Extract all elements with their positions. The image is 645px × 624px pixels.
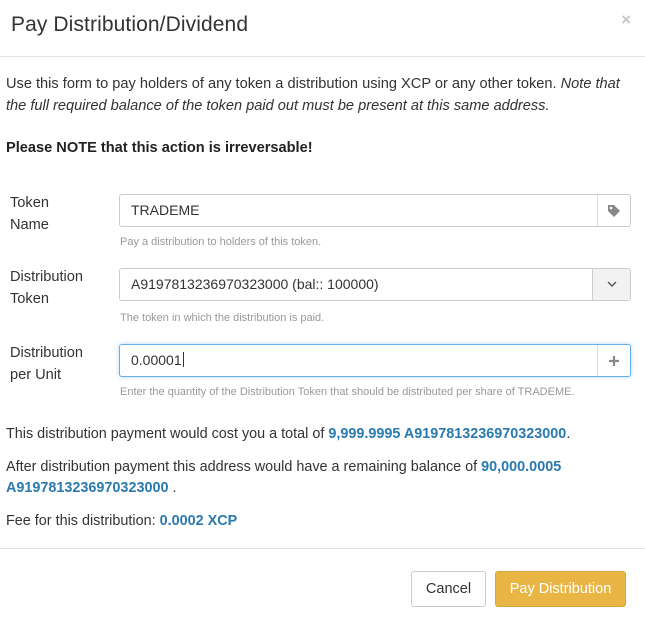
remaining-balance-summary: After distribution payment this address … — [6, 457, 606, 499]
distribution-per-unit-field[interactable]: 0.00001 — [131, 352, 184, 368]
tag-icon — [597, 195, 630, 226]
token-name-help: Pay a distribution to holders of this to… — [120, 236, 322, 248]
token-name-input[interactable]: TRADEME — [119, 194, 631, 227]
modal-header: Pay Distribution/Dividend × — [0, 0, 645, 57]
irreversible-warning: Please NOTE that this action is irrevers… — [6, 140, 313, 156]
distribution-token-label-line2: Token — [10, 291, 49, 307]
cost-suffix: . — [566, 426, 571, 442]
distribution-token-select[interactable]: A9197813236970323000 (bal:: 100000) — [119, 268, 631, 301]
remaining-value-amount: 90,000.0005 — [481, 459, 562, 475]
plus-icon — [597, 345, 630, 376]
pay-distribution-button[interactable]: Pay Distribution — [495, 571, 626, 607]
text-cursor — [182, 352, 184, 367]
token-name-label: Token Name — [10, 192, 49, 236]
remaining-prefix: After distribution payment this address … — [6, 459, 478, 475]
distribution-per-unit-label: Distribution per Unit — [10, 342, 83, 386]
token-name-label-line2: Name — [10, 217, 49, 233]
intro-text: Use this form to pay holders of any toke… — [6, 73, 631, 117]
modal-footer: Cancel Pay Distribution — [0, 548, 645, 624]
cost-summary: This distribution payment would cost you… — [6, 424, 570, 445]
distribution-per-unit-label-line2: per Unit — [10, 367, 62, 383]
cost-prefix: This distribution payment would cost you… — [6, 426, 325, 442]
remaining-value-token: A9197813236970323000 — [6, 480, 169, 496]
distribution-per-unit-label-line1: Distribution — [10, 345, 83, 361]
pay-distribution-modal: Pay Distribution/Dividend × Use this for… — [0, 0, 645, 624]
fee-summary: Fee for this distribution: 0.0002 XCP — [6, 511, 237, 532]
cost-value: 9,999.9995 A9197813236970323000 — [328, 426, 567, 442]
close-icon[interactable]: × — [621, 10, 631, 30]
modal-title: Pay Distribution/Dividend — [11, 13, 249, 36]
token-name-value[interactable]: TRADEME — [131, 202, 199, 218]
fee-prefix: Fee for this distribution: — [6, 513, 156, 529]
fee-value: 0.0002 XCP — [159, 513, 238, 529]
remaining-suffix: . — [172, 480, 177, 496]
token-name-label-line1: Token — [10, 195, 49, 211]
distribution-token-value[interactable]: A9197813236970323000 (bal:: 100000) — [131, 276, 379, 292]
distribution-token-label: Distribution Token — [10, 266, 83, 310]
distribution-per-unit-input[interactable]: 0.00001 — [119, 344, 631, 377]
distribution-per-unit-value[interactable]: 0.00001 — [131, 352, 182, 368]
distribution-per-unit-help: Enter the quantity of the Distribution T… — [120, 386, 575, 398]
cancel-button[interactable]: Cancel — [411, 571, 486, 607]
distribution-token-help: The token in which the distribution is p… — [120, 312, 325, 324]
distribution-token-label-line1: Distribution — [10, 269, 83, 285]
intro-main: Use this form to pay holders of any toke… — [6, 76, 557, 92]
chevron-down-icon[interactable] — [592, 269, 630, 300]
